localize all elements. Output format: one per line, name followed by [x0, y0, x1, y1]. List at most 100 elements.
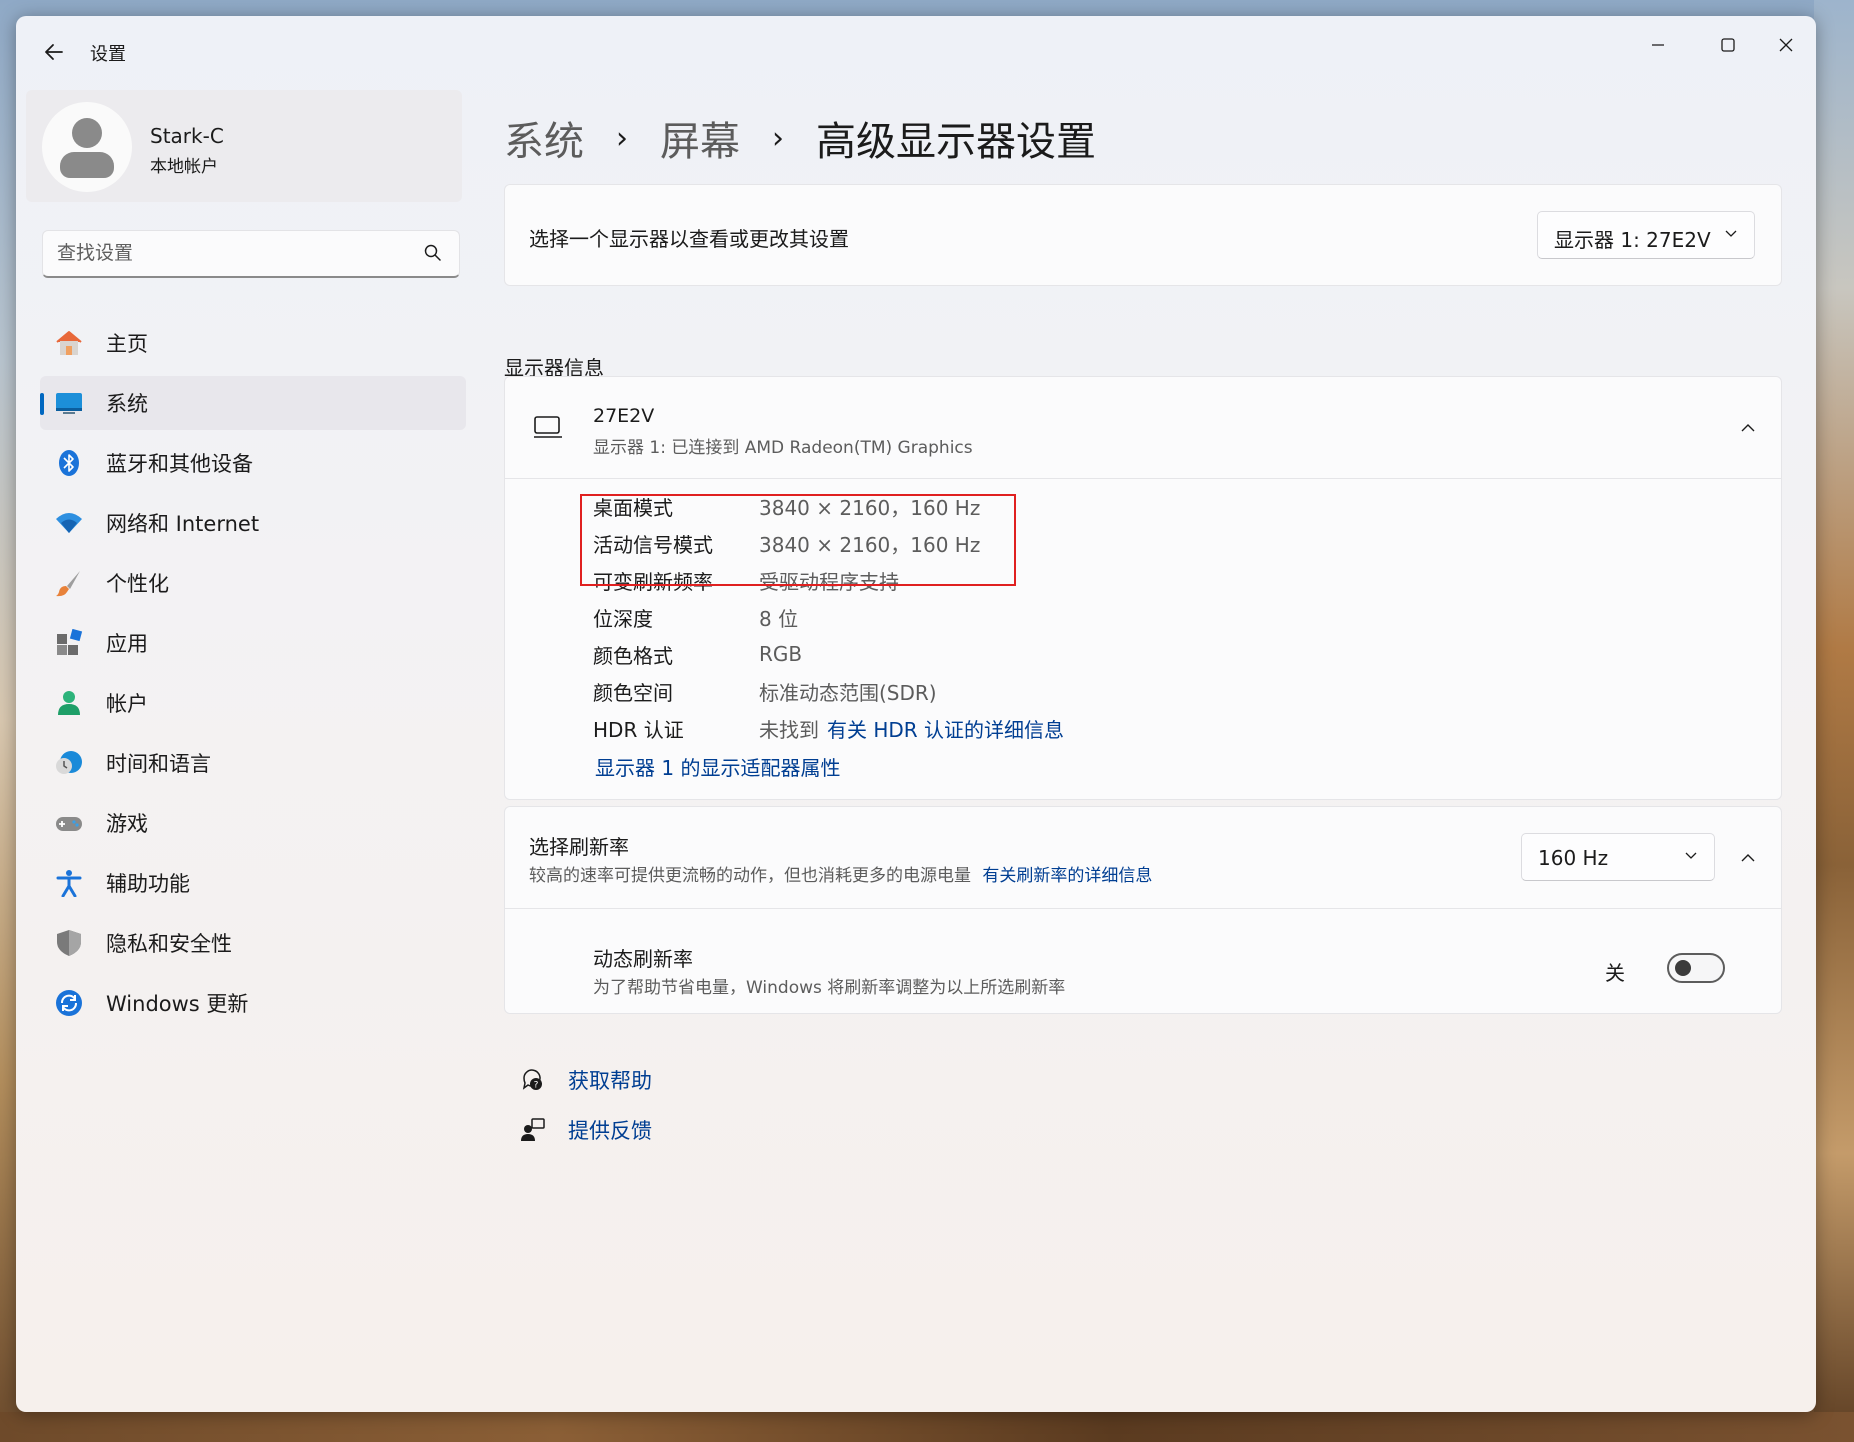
profile-account-type: 本地帐户	[150, 157, 218, 177]
breadcrumb-system[interactable]: 系统	[504, 109, 584, 167]
title-bar: 设置	[16, 16, 1816, 86]
display-info-card: 27E2V 显示器 1: 已连接到 AMD Radeon(TM) Graphic…	[504, 376, 1782, 800]
info-key: 颜色空间	[593, 680, 673, 705]
time-language-icon	[56, 751, 82, 774]
search-icon[interactable]	[423, 243, 443, 263]
help-chat-icon: ?	[522, 1069, 542, 1091]
sidebar-item-label: 隐私和安全性	[106, 932, 232, 956]
search-input[interactable]	[57, 231, 397, 275]
monitor-icon	[534, 416, 562, 438]
brush-icon	[56, 571, 80, 597]
info-row-color-format: 颜色格式 RGB	[593, 637, 802, 671]
info-value: 未找到	[759, 717, 819, 742]
dynamic-refresh-title: 动态刷新率	[593, 947, 693, 971]
info-value: 标准动态范围(SDR)	[759, 680, 937, 705]
refresh-rate-desc-text: 较高的速率可提供更流畅的动作，但也消耗更多的电源电量	[529, 866, 971, 886]
sidebar-item-label: 网络和 Internet	[106, 512, 260, 536]
search-box	[42, 230, 460, 278]
sidebar-item-windows-update[interactable]: Windows 更新	[40, 976, 466, 1030]
user-profile-card[interactable]: Stark-C 本地帐户	[26, 90, 462, 202]
get-help-row[interactable]: ? 获取帮助	[520, 1060, 652, 1100]
sidebar-item-apps[interactable]: 应用	[40, 616, 466, 670]
sidebar-item-system[interactable]: 系统	[40, 376, 466, 430]
shield-icon	[57, 930, 81, 956]
settings-window: 设置 Stark-C 本地帐户 查找设置 主页 系统 蓝牙和其他设备 网络和 I…	[16, 16, 1816, 1412]
sidebar-item-network[interactable]: 网络和 Internet	[40, 496, 466, 550]
accessibility-icon	[56, 870, 82, 897]
display-select-card: 选择一个显示器以查看或更改其设置 显示器 1: 27E2V	[504, 184, 1782, 286]
adapter-properties-link[interactable]: 显示器 1 的显示适配器属性	[595, 752, 840, 781]
breadcrumb-separator: ›	[772, 120, 784, 156]
info-row-color-space: 颜色空间 标准动态范围(SDR)	[593, 674, 937, 708]
sidebar-item-label: 游戏	[106, 812, 148, 836]
sidebar-nav: 主页 系统 蓝牙和其他设备 网络和 Internet 个性化 应用 帐户 时间和…	[40, 316, 466, 1036]
wallpaper-bottom	[0, 1412, 1854, 1442]
highlight-annotation	[580, 494, 1016, 586]
chevron-down-icon	[1685, 852, 1697, 859]
chevron-up-icon[interactable]	[1739, 849, 1757, 867]
sidebar-item-accounts[interactable]: 帐户	[40, 676, 466, 730]
info-key: 颜色格式	[593, 643, 673, 668]
toggle-knob	[1675, 960, 1691, 976]
sidebar-item-label: 辅助功能	[106, 872, 190, 896]
chevron-down-icon	[1725, 230, 1737, 237]
display-select-value: 显示器 1: 27E2V	[1554, 228, 1711, 252]
close-button[interactable]	[1756, 26, 1816, 66]
breadcrumb-display[interactable]: 屏幕	[660, 109, 740, 167]
refresh-rate-header[interactable]: 选择刷新率 较高的速率可提供更流畅的动作，但也消耗更多的电源电量 有关刷新率的详…	[505, 807, 1781, 909]
sidebar-item-privacy[interactable]: 隐私和安全性	[40, 916, 466, 970]
network-icon	[56, 513, 82, 533]
sidebar-item-accessibility[interactable]: 辅助功能	[40, 856, 466, 910]
account-icon	[58, 691, 80, 715]
avatar	[42, 102, 132, 192]
maximize-icon	[1721, 38, 1735, 52]
sidebar-item-label: 蓝牙和其他设备	[106, 452, 253, 476]
sidebar-item-time-language[interactable]: 时间和语言	[40, 736, 466, 790]
app-title: 设置	[90, 44, 126, 65]
refresh-rate-value: 160 Hz	[1538, 846, 1609, 870]
system-icon	[56, 393, 82, 414]
minimize-icon	[1652, 44, 1664, 46]
refresh-rate-description: 较高的速率可提供更流畅的动作，但也消耗更多的电源电量 有关刷新率的详细信息	[529, 861, 1152, 886]
breadcrumb-separator: ›	[616, 120, 628, 156]
breadcrumb: 系统 › 屏幕 › 高级显示器设置	[504, 108, 1096, 168]
get-help-link[interactable]: 获取帮助	[568, 1065, 652, 1095]
sidebar-item-label: 帐户	[106, 692, 148, 716]
sidebar-item-home[interactable]: 主页	[40, 316, 466, 370]
info-key: HDR 认证	[593, 717, 684, 742]
back-button[interactable]	[36, 36, 72, 68]
minimize-button[interactable]	[1628, 26, 1688, 66]
display-select-dropdown[interactable]: 显示器 1: 27E2V	[1537, 211, 1755, 259]
profile-name: Stark-C	[150, 124, 224, 148]
sidebar-item-personalization[interactable]: 个性化	[40, 556, 466, 610]
sidebar-item-gaming[interactable]: 游戏	[40, 796, 466, 850]
back-arrow-icon	[45, 44, 63, 60]
maximize-button[interactable]	[1698, 26, 1758, 66]
feedback-row[interactable]: 提供反馈	[520, 1110, 652, 1150]
sidebar-item-label: Windows 更新	[106, 992, 249, 1016]
hdr-cert-link[interactable]: 有关 HDR 认证的详细信息	[827, 714, 1064, 743]
monitor-name: 27E2V	[593, 405, 655, 427]
display-info-header[interactable]: 27E2V 显示器 1: 已连接到 AMD Radeon(TM) Graphic…	[505, 377, 1781, 479]
refresh-rate-info-link[interactable]: 有关刷新率的详细信息	[982, 866, 1152, 886]
sidebar-item-label: 系统	[106, 392, 148, 416]
refresh-rate-title: 选择刷新率	[529, 835, 629, 859]
monitor-description: 显示器 1: 已连接到 AMD Radeon(TM) Graphics	[593, 438, 973, 458]
feedback-link[interactable]: 提供反馈	[568, 1115, 652, 1145]
chevron-up-icon[interactable]	[1739, 419, 1757, 437]
dynamic-refresh-toggle[interactable]	[1667, 953, 1725, 983]
close-icon	[1779, 38, 1793, 52]
sidebar-item-label: 时间和语言	[106, 752, 211, 776]
info-key: 位深度	[593, 606, 653, 631]
home-icon	[56, 331, 82, 355]
svg-text:?: ?	[534, 1081, 539, 1091]
adapter-properties-row: 显示器 1 的显示适配器属性	[595, 749, 840, 783]
info-row-hdr-cert: HDR 认证 未找到 有关 HDR 认证的详细信息	[593, 711, 1064, 745]
wallpaper-right	[1814, 0, 1854, 1442]
refresh-rate-dropdown[interactable]: 160 Hz	[1521, 833, 1715, 881]
sidebar-item-label: 应用	[106, 632, 148, 656]
display-select-label: 选择一个显示器以查看或更改其设置	[529, 227, 849, 251]
update-icon	[56, 990, 82, 1016]
sidebar-item-bluetooth[interactable]: 蓝牙和其他设备	[40, 436, 466, 490]
info-row-bit-depth: 位深度 8 位	[593, 600, 798, 634]
